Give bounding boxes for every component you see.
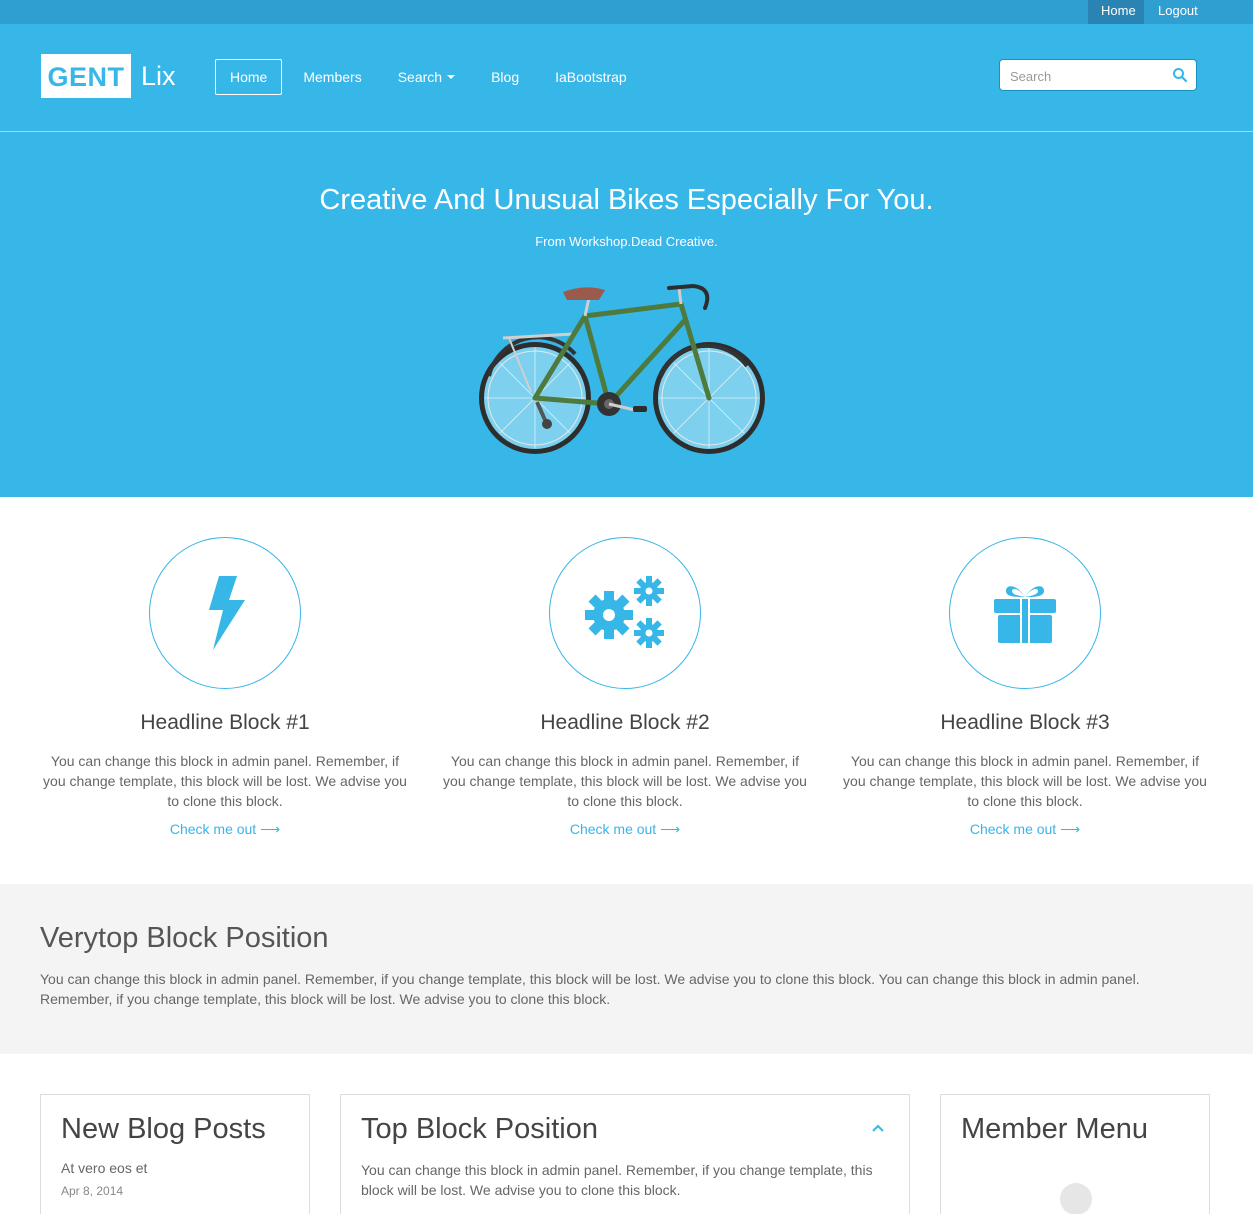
gift-icon — [994, 586, 1056, 643]
logout-link[interactable]: Logout — [1145, 0, 1211, 24]
gears-icon — [585, 576, 664, 648]
feature-title-3: Headline Block #3 — [940, 711, 1110, 734]
caret-down-icon — [447, 75, 456, 79]
feature-title-2: Headline Block #2 — [540, 711, 710, 734]
hero-title: Creative And Unusual Bikes Especially Fo… — [319, 184, 934, 216]
top-home-link[interactable]: Home — [1088, 0, 1144, 24]
nav-search-label: Search — [397, 69, 443, 85]
feature-block-3: Headline Block #3 You can change this bl… — [840, 537, 1210, 839]
blog-post-link[interactable]: At vero eos et — [61, 1160, 289, 1176]
arrow-right-icon: ⟶ — [260, 821, 281, 837]
feature-text-2: You can change this block in admin panel… — [443, 753, 807, 809]
hero-section: Creative And Unusual Bikes Especially Fo… — [0, 132, 1253, 497]
chevron-up-icon[interactable] — [871, 1123, 885, 1133]
feature-circle-3 — [949, 537, 1101, 689]
nav-members[interactable]: Members — [288, 59, 376, 95]
verytop-text: You can change this block in admin panel… — [40, 971, 1140, 1007]
nav-iabootstrap[interactable]: IaBootstrap — [540, 59, 642, 95]
feature-link-label-3: Check me out — [969, 821, 1057, 837]
feature-text-1: You can change this block in admin panel… — [43, 753, 407, 809]
feature-circle-2 — [549, 537, 701, 689]
search-icon[interactable] — [1172, 67, 1188, 83]
feature-text-3: You can change this block in admin panel… — [843, 753, 1207, 809]
logo-main-text: GENT — [41, 54, 131, 98]
feature-title-1: Headline Block #1 — [140, 711, 310, 734]
top-block-text: You can change this block in admin panel… — [361, 1162, 873, 1198]
hero-subtitle: From Workshop.Dead Creative. — [535, 234, 718, 249]
feature-block-1: Headline Block #1 You can change this bl… — [40, 537, 410, 839]
bicycle-illustration — [479, 283, 765, 454]
verytop-title: Verytop Block Position — [40, 922, 329, 954]
features-section: Headline Block #1 You can change this bl… — [0, 497, 1253, 884]
feature-circle-1 — [149, 537, 301, 689]
arrow-right-icon: ⟶ — [660, 821, 681, 837]
feature-link-label-2: Check me out — [569, 821, 657, 837]
main-header: GENT Lix Home Members Search Blog IaBoot… — [0, 24, 1253, 132]
site-logo[interactable]: GENT Lix — [41, 54, 176, 98]
verytop-block: Verytop Block Position You can change th… — [0, 884, 1253, 1054]
feature-link-2[interactable]: Check me out ⟶ — [570, 821, 680, 838]
feature-link-1[interactable]: Check me out ⟶ — [170, 821, 280, 838]
lightning-icon — [209, 576, 245, 650]
top-block-title: Top Block Position — [361, 1113, 598, 1145]
avatar[interactable] — [1060, 1183, 1092, 1214]
search-input[interactable] — [1010, 66, 1160, 86]
nav-blog[interactable]: Blog — [476, 59, 534, 95]
member-menu-card: Member Menu — [940, 1094, 1210, 1214]
member-menu-title: Member Menu — [961, 1113, 1148, 1145]
arrow-right-icon: ⟶ — [1060, 821, 1081, 837]
top-block-card: Top Block Position You can change this b… — [340, 1094, 910, 1214]
search-box — [999, 59, 1197, 91]
blog-card-title: New Blog Posts — [61, 1113, 266, 1145]
logo-rest-text: Lix — [141, 60, 176, 91]
nav-home[interactable]: Home — [215, 59, 283, 95]
main-nav: Home Members Search Blog IaBootstrap — [215, 59, 648, 95]
feature-link-label-1: Check me out — [169, 821, 257, 837]
feature-link-3[interactable]: Check me out ⟶ — [970, 821, 1080, 838]
blog-post-date: Apr 8, 2014 — [61, 1184, 124, 1198]
top-utility-bar: Home Logout — [0, 0, 1253, 24]
feature-block-2: Headline Block #2 You can change this bl… — [440, 537, 810, 839]
nav-search[interactable]: Search — [383, 59, 470, 95]
new-blog-posts-card: New Blog Posts At vero eos et Apr 8, 201… — [40, 1094, 310, 1214]
